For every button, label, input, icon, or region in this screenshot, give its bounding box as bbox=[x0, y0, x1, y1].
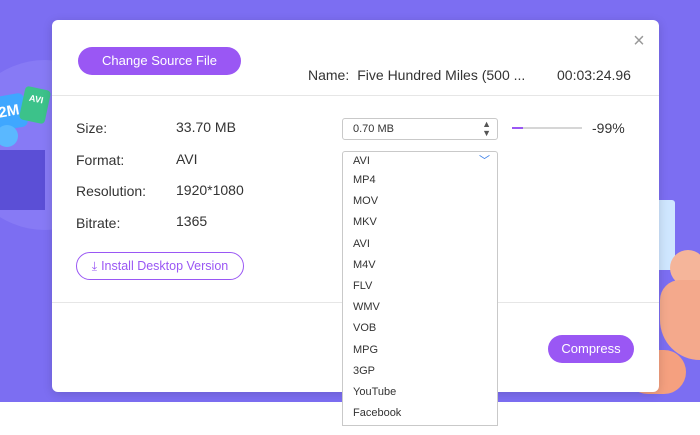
format-option[interactable]: Facebook bbox=[343, 403, 497, 424]
file-name-value: Five Hundred Miles (500 ... bbox=[357, 67, 526, 83]
format-option[interactable]: FLV bbox=[343, 276, 497, 297]
background-building-illustration bbox=[0, 150, 45, 210]
bitrate-value: 1365 bbox=[176, 213, 208, 229]
resolution-label: Resolution: bbox=[76, 183, 147, 199]
file-duration: 00:03:24.96 bbox=[557, 67, 631, 83]
compression-slider[interactable] bbox=[512, 127, 582, 129]
format-option[interactable]: 3GP bbox=[343, 361, 497, 382]
resolution-value: 1920*1080 bbox=[176, 182, 244, 198]
size-label: Size: bbox=[76, 120, 108, 136]
format-select-value: AVI bbox=[353, 155, 370, 167]
compression-percent: -99% bbox=[592, 120, 625, 136]
format-option[interactable]: AVI bbox=[343, 234, 497, 255]
format-option[interactable]: MPG bbox=[343, 340, 497, 361]
target-size-value: 0.70 MB bbox=[353, 123, 394, 135]
format-dropdown-list: MP4 MOV MKV AVI M4V FLV WMV VOB MPG 3GP YouTube Fac… bbox=[342, 170, 498, 426]
format-option[interactable]: MKV bbox=[343, 212, 497, 233]
close-icon[interactable]: × bbox=[630, 31, 648, 51]
change-source-file-button[interactable]: Change Source File bbox=[78, 47, 241, 75]
bitrate-label: Bitrate: bbox=[76, 215, 121, 231]
person-body bbox=[660, 280, 700, 360]
compression-slider-fill bbox=[512, 127, 524, 129]
format-select[interactable]: AVI ﹀ bbox=[342, 151, 498, 171]
format-option[interactable]: YouTube bbox=[343, 382, 497, 403]
size-value: 33.70 MB bbox=[176, 119, 236, 135]
target-size-input[interactable]: 0.70 MB ▲ ▼ bbox=[342, 118, 498, 140]
name-label: Name: bbox=[308, 67, 350, 83]
format-label: Format: bbox=[76, 152, 125, 168]
divider bbox=[52, 95, 659, 96]
format-option[interactable]: WMV bbox=[343, 297, 497, 318]
format-value: AVI bbox=[176, 151, 198, 167]
format-option[interactable]: M4V bbox=[343, 255, 497, 276]
format-option[interactable]: VOB bbox=[343, 318, 497, 339]
file-name-row: Name: Five Hundred Miles (500 ... bbox=[308, 67, 525, 83]
chevron-down-icon[interactable]: ﹀ bbox=[479, 152, 490, 170]
format-option[interactable]: MP4 bbox=[343, 170, 497, 191]
stepper-icon[interactable]: ▲ ▼ bbox=[482, 120, 491, 138]
download-icon: ⤓ bbox=[91, 259, 98, 273]
install-label: Install Desktop Version bbox=[101, 259, 229, 273]
format-option[interactable]: MOV bbox=[343, 191, 497, 212]
compress-dialog: × Change Source File Name: Five Hundred M… bbox=[52, 20, 659, 426]
compress-button[interactable]: Compress bbox=[548, 335, 634, 363]
install-desktop-version-button[interactable]: ⤓ Install Desktop Version bbox=[76, 252, 244, 280]
